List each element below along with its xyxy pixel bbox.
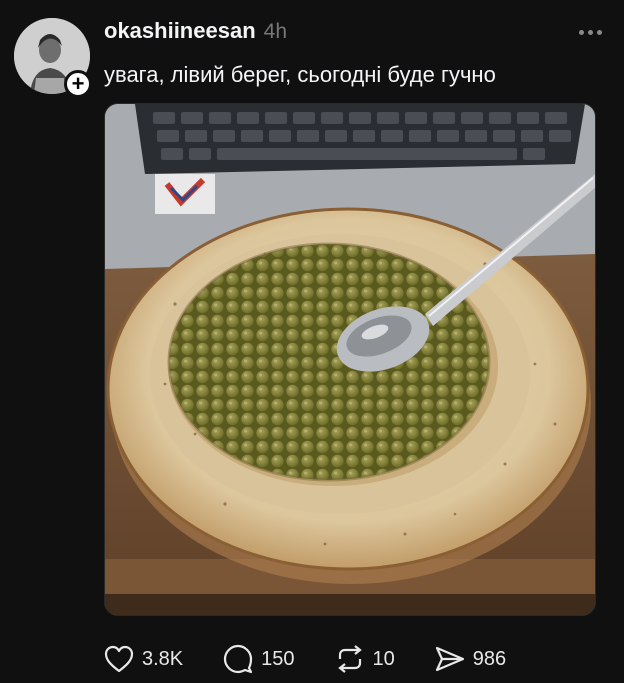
reposts-count: 10 xyxy=(372,647,395,670)
post-header: okashiineesan 4h xyxy=(104,18,287,44)
post-time: 4h xyxy=(263,20,287,43)
repost-button[interactable]: 10 xyxy=(335,645,395,673)
more-options-icon[interactable] xyxy=(579,24,602,40)
peas-bowl-photo xyxy=(105,104,595,615)
post-text: увага, лівий берег, сьогодні буде гучно xyxy=(104,62,496,87)
heart-icon xyxy=(104,645,134,673)
shares-count: 986 xyxy=(472,647,507,670)
like-button[interactable]: 3.8K xyxy=(104,645,183,673)
username[interactable]: okashiineesan xyxy=(104,18,256,44)
likes-count: 3.8K xyxy=(142,647,184,670)
share-button[interactable]: 986 xyxy=(435,645,506,673)
post-image[interactable] xyxy=(104,103,596,616)
replies-count: 150 xyxy=(261,647,295,670)
comment-icon xyxy=(224,644,253,674)
repost-icon xyxy=(337,645,362,673)
share-icon xyxy=(435,646,464,672)
avatar-wrap[interactable]: + xyxy=(14,18,92,98)
follow-plus-icon[interactable]: + xyxy=(64,70,92,98)
action-bar: 3.8K 150 10 986 xyxy=(104,644,546,674)
reply-button[interactable]: 150 xyxy=(223,644,295,674)
